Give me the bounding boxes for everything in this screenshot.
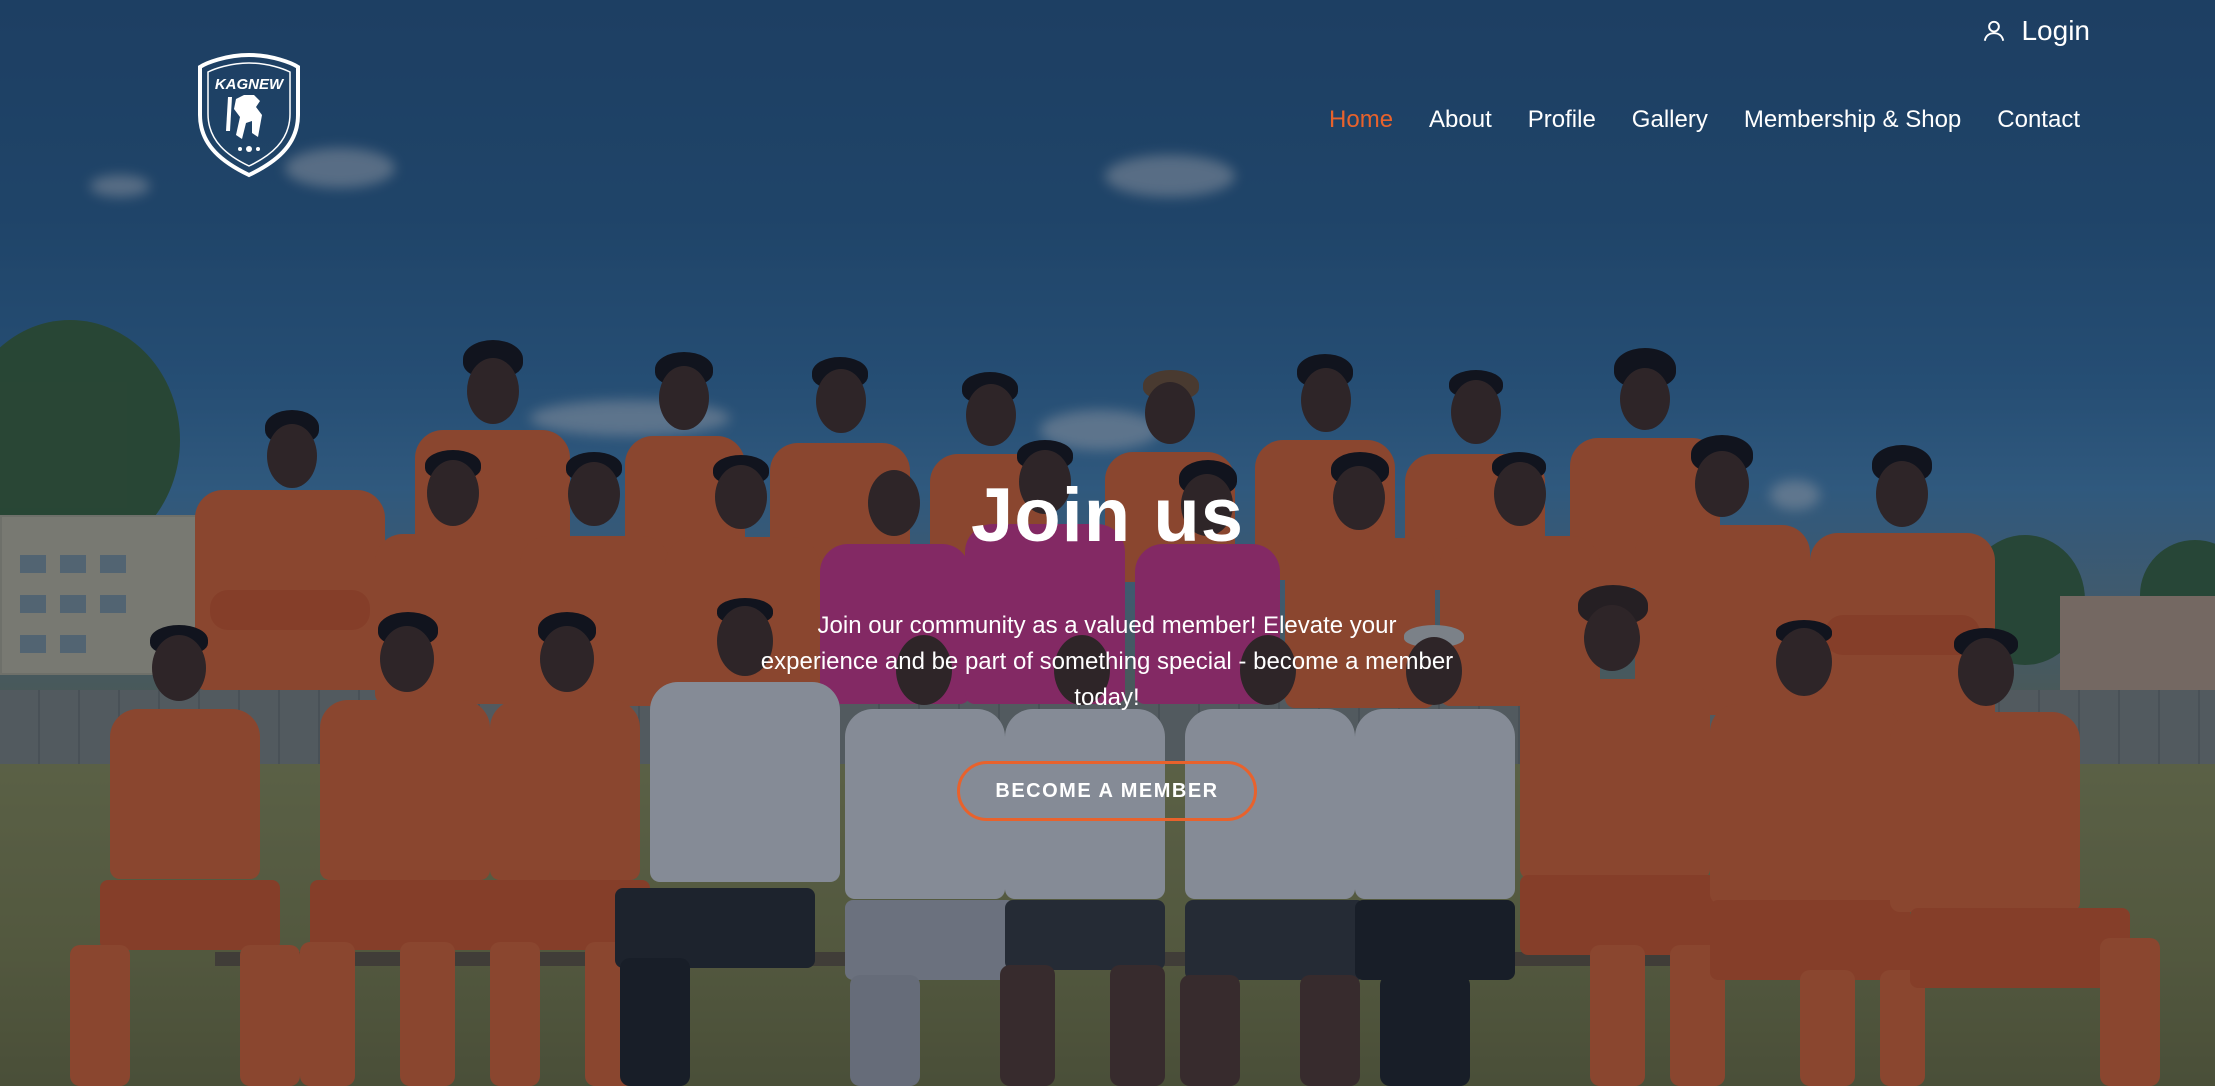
hero-title: Join us <box>970 473 1245 558</box>
hero-subtitle: Join our community as a valued member! E… <box>760 612 1454 711</box>
login-button[interactable]: Login <box>1981 15 2090 47</box>
horse-shield-logo-icon: KAGNEW <box>198 52 300 178</box>
nav-item-gallery[interactable]: Gallery <box>1632 106 1708 134</box>
nav-item-profile[interactable]: Profile <box>1528 106 1596 134</box>
nav-item-home[interactable]: Home <box>1329 106 1393 134</box>
kagnew-logo[interactable]: KAGNEW <box>196 51 302 178</box>
nav-item-contact[interactable]: Contact <box>1997 106 2080 134</box>
nav-item-about[interactable]: About <box>1429 106 1492 134</box>
logo-text: KAGNEW <box>215 76 285 93</box>
user-icon <box>1984 20 2005 41</box>
login-label: Login <box>2021 15 2090 46</box>
main-nav: Home About Profile Gallery Membership & … <box>1329 106 2080 134</box>
become-member-button[interactable]: BECOME A MEMBER <box>957 761 1257 821</box>
nav-item-membership-shop[interactable]: Membership & Shop <box>1744 106 1961 134</box>
